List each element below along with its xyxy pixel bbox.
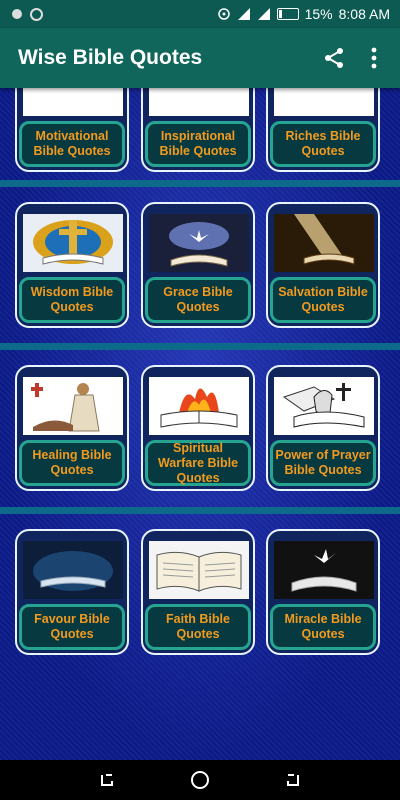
category-card-power-of-prayer[interactable]: Power of Prayer Bible Quotes xyxy=(266,365,380,491)
category-card-salvation[interactable]: Salvation Bible Quotes xyxy=(266,202,380,328)
category-card-grace[interactable]: Grace Bible Quotes xyxy=(141,202,255,328)
category-label: Salvation Bible Quotes xyxy=(270,277,376,323)
category-card-riches[interactable]: Riches Bible Quotes xyxy=(266,88,380,172)
category-label: Riches Bible Quotes xyxy=(270,121,376,167)
row-separator xyxy=(0,180,400,187)
category-label: Healing Bible Quotes xyxy=(19,440,125,486)
bible-light-image xyxy=(274,214,374,272)
category-card-healing[interactable]: Healing Bible Quotes xyxy=(15,365,129,491)
bible-image xyxy=(149,88,249,116)
category-label: Motivational Bible Quotes xyxy=(19,121,125,167)
category-label: Favour Bible Quotes xyxy=(19,604,125,650)
home-icon[interactable] xyxy=(180,760,220,800)
category-card-faith[interactable]: Faith Bible Quotes xyxy=(141,529,255,655)
category-label: Miracle Bible Quotes xyxy=(270,604,376,650)
bible-glow-image xyxy=(23,541,123,599)
app-toolbar: Wise Bible Quotes xyxy=(0,28,400,88)
dove-bible-image xyxy=(149,214,249,272)
row-separator xyxy=(0,343,400,350)
bible-image xyxy=(274,88,374,116)
category-label: Faith Bible Quotes xyxy=(145,604,251,650)
status-bar: 15% 8:08 AM xyxy=(0,0,400,28)
category-label: Grace Bible Quotes xyxy=(145,277,251,323)
more-vert-icon[interactable] xyxy=(354,38,394,78)
recents-icon[interactable] xyxy=(87,760,127,800)
clock: 8:08 AM xyxy=(338,6,390,22)
back-icon[interactable] xyxy=(273,760,313,800)
cell-signal-icon xyxy=(257,8,270,20)
battery-percent: 15% xyxy=(304,6,333,22)
category-card-miracle[interactable]: Miracle Bible Quotes xyxy=(266,529,380,655)
system-nav-bar xyxy=(0,760,400,800)
category-label: Wisdom Bible Quotes xyxy=(19,277,125,323)
category-card-inspirational[interactable]: Inspirational Bible Quotes xyxy=(141,88,255,172)
category-card-spiritual-warfare[interactable]: Spiritual Warfare Bible Quotes xyxy=(141,365,255,491)
category-card-wisdom[interactable]: Wisdom Bible Quotes xyxy=(15,202,129,328)
healing-image xyxy=(23,377,123,435)
category-label: Inspirational Bible Quotes xyxy=(145,121,251,167)
category-card-favour[interactable]: Favour Bible Quotes xyxy=(15,529,129,655)
row-separator xyxy=(0,507,400,514)
app-title: Wise Bible Quotes xyxy=(18,46,203,69)
bible-image xyxy=(23,214,123,272)
share-icon[interactable] xyxy=(314,38,354,78)
dove-bible-image xyxy=(274,541,374,599)
battery-icon xyxy=(276,8,299,20)
sync-icon xyxy=(30,7,43,21)
category-grid[interactable]: Motivational Bible Quotes Inspirational … xyxy=(0,88,400,760)
wifi-signal-icon xyxy=(237,8,250,20)
bible-image xyxy=(23,88,123,116)
notification-dot-icon xyxy=(12,9,22,19)
category-label: Power of Prayer Bible Quotes xyxy=(270,440,376,486)
praying-hands-image xyxy=(274,377,374,435)
category-card-motivational[interactable]: Motivational Bible Quotes xyxy=(15,88,129,172)
open-bible-image xyxy=(149,541,249,599)
fire-bible-image xyxy=(149,377,249,435)
category-label: Spiritual Warfare Bible Quotes xyxy=(145,440,251,486)
hotspot-icon xyxy=(217,8,230,20)
